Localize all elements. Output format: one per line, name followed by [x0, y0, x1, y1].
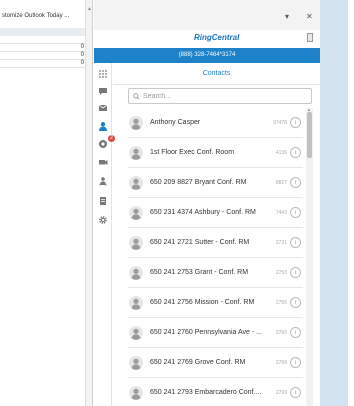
avatar-icon [129, 266, 143, 280]
contact-name: 650 241 2793 Embarcadero Conf.... [150, 389, 262, 396]
contacts-tab-title: Contacts [113, 63, 320, 85]
contact-extension: 2769 [275, 360, 287, 366]
notification-badge: 2 [108, 135, 115, 142]
contact-extension: 2760 [275, 330, 287, 336]
contact-extension: 2753 [275, 270, 287, 276]
messages-icon[interactable] [98, 86, 108, 96]
outlook-row[interactable] [0, 36, 86, 44]
outlook-row[interactable]: 0 [0, 44, 86, 52]
video-icon[interactable] [98, 157, 108, 167]
search-input[interactable] [143, 91, 307, 102]
outlook-row[interactable]: 0 [0, 60, 86, 68]
contact-name: 650 241 2756 Mission - Conf. RM [150, 299, 255, 306]
contact-row[interactable]: Anthony Casper 97478 i [128, 108, 303, 138]
contact-row[interactable]: 650 241 2793 Embarcadero Conf.... 2793 i [128, 378, 303, 406]
contact-row[interactable]: 650 209 8827 Bryant Conf. RM 8827 i [128, 168, 303, 198]
contacts-icon[interactable] [98, 121, 108, 131]
contact-name: 650 209 8827 Bryant Conf. RM [150, 179, 247, 186]
documents-icon[interactable] [98, 196, 108, 206]
contact-extension: 2721 [275, 240, 287, 246]
info-icon[interactable]: i [290, 357, 301, 368]
contact-name: 650 231 4374 Ashbury - Conf. RM [150, 209, 256, 216]
contact-extension: 4136 [275, 150, 287, 156]
contact-name: 1st Floor Exec Conf. Room [150, 149, 235, 156]
fax-icon[interactable] [98, 103, 108, 113]
contacts-search[interactable] [128, 88, 312, 104]
contact-row[interactable]: 650 241 2721 Sutter - Conf. RM 2721 i [128, 228, 303, 258]
outlook-row[interactable]: 0 [0, 52, 86, 60]
dropdown-icon[interactable]: ▾ [285, 12, 289, 21]
search-icon [133, 93, 140, 100]
info-icon[interactable]: i [290, 117, 301, 128]
avatar-icon [129, 326, 143, 340]
conference-icon[interactable]: 2 [98, 135, 115, 149]
contact-row[interactable]: 1st Floor Exec Conf. Room 4136 i [128, 138, 303, 168]
contact-extension: 2756 [275, 300, 287, 306]
contact-row[interactable]: 650 241 2756 Mission - Conf. RM 2756 i [128, 288, 303, 318]
phone-number-bar[interactable]: (888) 328-7464*3174 [94, 48, 320, 63]
outlook-title[interactable]: stomize Outlook Today ... [2, 13, 69, 19]
contact-row[interactable]: 650 231 4374 Ashbury - Conf. RM 7443 i [128, 198, 303, 228]
outlook-pane: stomize Outlook Today ... 0 0 0 ▲ [0, 0, 93, 406]
contact-name: 650 241 2769 Grove Conf. RM [150, 359, 246, 366]
info-icon[interactable]: i [290, 177, 301, 188]
contact-row[interactable]: 650 241 2760 Pennsylvania Ave - ... 2760… [128, 318, 303, 348]
avatar-icon [129, 206, 143, 220]
outlook-scrollbar[interactable]: ▲ [85, 0, 92, 406]
info-icon[interactable]: i [290, 387, 301, 398]
avatar-icon [129, 176, 143, 190]
ringcentral-logo: RingCentral [194, 33, 240, 42]
avatar-icon [129, 356, 143, 370]
info-icon[interactable]: i [290, 297, 301, 308]
info-icon[interactable]: i [290, 147, 301, 158]
panel-toggle-icon[interactable] [307, 33, 313, 42]
avatar-icon [129, 116, 143, 130]
scrollbar-thumb[interactable] [307, 112, 312, 158]
presence-icon[interactable] [98, 176, 108, 186]
info-icon[interactable]: i [290, 237, 301, 248]
panel-titlebar: ▾ ✕ [94, 0, 320, 30]
close-icon[interactable]: ✕ [306, 12, 313, 21]
avatar-icon [129, 236, 143, 250]
dialpad-icon[interactable] [98, 69, 108, 79]
nav-rail: 2 [94, 63, 115, 406]
contact-row[interactable]: 650 241 2753 Grant - Conf. RM 2753 i [128, 258, 303, 288]
settings-gear-icon[interactable] [98, 215, 108, 225]
contacts-scrollbar[interactable]: ▲ [306, 107, 313, 406]
contact-name: 650 241 2753 Grant - Conf. RM [150, 269, 249, 276]
scroll-up-icon[interactable]: ▲ [87, 6, 92, 12]
avatar-icon [129, 146, 143, 160]
contact-name: Anthony Casper [150, 119, 201, 126]
contact-extension: 97478 [273, 120, 287, 126]
window-edge [348, 0, 354, 406]
info-icon[interactable]: i [290, 267, 301, 278]
info-icon[interactable]: i [290, 327, 301, 338]
ringcentral-panel: ▾ ✕ RingCentral (888) 328-7464*3174 2 Co… [94, 0, 320, 406]
contact-name: 650 241 2760 Pennsylvania Ave - ... [150, 329, 262, 336]
outlook-header-band [0, 28, 92, 36]
avatar-icon [129, 386, 143, 400]
info-icon[interactable]: i [290, 207, 301, 218]
avatar-icon [129, 296, 143, 310]
contacts-list: Anthony Casper 97478 i 1st Floor Exec Co… [128, 108, 303, 406]
contact-row[interactable]: 650 241 2769 Grove Conf. RM 2769 i [128, 348, 303, 378]
contact-extension: 8827 [275, 180, 287, 186]
contact-name: 650 241 2721 Sutter - Conf. RM [150, 239, 250, 246]
contact-extension: 2793 [275, 390, 287, 396]
contact-extension: 7443 [275, 210, 287, 216]
